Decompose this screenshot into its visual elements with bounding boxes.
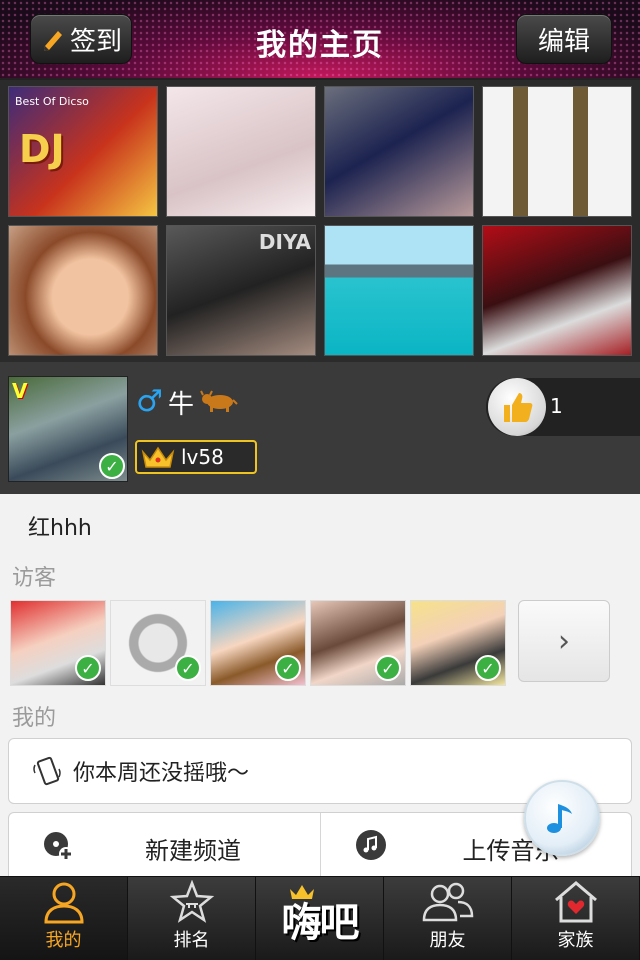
bottom-tab-bar: 我的 排名 嗨吧 朋友 家族 [0, 876, 640, 960]
nickname: 牛 [168, 390, 195, 420]
verified-check-icon: ✓ [175, 655, 201, 681]
photo-thumbnail[interactable]: DIYA [166, 225, 316, 356]
photo-thumbnail[interactable] [482, 225, 632, 356]
verified-check-icon: ✓ [275, 655, 301, 681]
photo-thumbnail[interactable] [324, 225, 474, 356]
photo-caption: Best Of Dicso [15, 95, 89, 108]
photo-thumbnail[interactable] [8, 225, 158, 356]
star-icon [169, 880, 214, 923]
tab-friends[interactable]: 朋友 [384, 877, 512, 960]
visitors-section-label: 访客 [12, 566, 57, 591]
like-counter: 1 [486, 378, 640, 436]
tab-label: 家族 [557, 930, 594, 951]
phone-shake-icon [33, 756, 61, 786]
verified-check-icon: ✓ [475, 655, 501, 681]
chevron-right-icon: › [558, 623, 570, 659]
tab-haiba[interactable]: 嗨吧 [256, 877, 384, 960]
avatar[interactable]: V ✓ [8, 376, 128, 482]
level-text: lv58 [181, 445, 224, 469]
new-channel-label: 新建频道 [145, 837, 241, 865]
edit-button[interactable]: 编辑 [516, 14, 612, 64]
verified-check-icon: ✓ [75, 655, 101, 681]
add-disc-icon [44, 832, 73, 861]
photo-thumbnail[interactable]: Best Of Dicso DJ [8, 86, 158, 217]
friends-icon [422, 882, 473, 922]
tab-label: 排名 [173, 930, 210, 951]
male-gender-icon: ♂ [136, 384, 163, 419]
vip-badge: V [12, 379, 28, 403]
music-note-icon [355, 830, 386, 860]
visitor-avatar[interactable]: ✓ [310, 600, 406, 686]
like-button[interactable] [488, 378, 546, 436]
header-bar: 签到 我的主页 编辑 [0, 0, 640, 80]
bio-text: 红hhh [28, 516, 92, 541]
photo-thumbnail[interactable] [324, 86, 474, 217]
photo-thumbnail[interactable] [482, 86, 632, 217]
profile-bar: V ✓ ♂ 牛 lv58 1 [0, 362, 640, 494]
visitors-list: ✓ ✓ ✓ ✓ ✓ › [10, 600, 610, 686]
tab-mine[interactable]: 我的 [0, 877, 128, 960]
crown-icon [290, 885, 314, 899]
crown-icon [141, 446, 175, 468]
tab-label: 我的 [45, 930, 82, 951]
mine-section-label: 我的 [12, 706, 57, 731]
photo-overlay-text: DJ [19, 127, 65, 171]
photo-thumbnail[interactable] [166, 86, 316, 217]
tab-family[interactable]: 家族 [512, 877, 640, 960]
visitor-avatar[interactable]: ✓ [210, 600, 306, 686]
music-player-button[interactable] [524, 780, 600, 856]
shake-status-text: 你本周还没摇哦～ [73, 761, 250, 786]
ox-icon [200, 390, 238, 412]
tab-ranking[interactable]: 排名 [128, 877, 256, 960]
more-visitors-button[interactable]: › [518, 600, 610, 682]
home-heart-icon [554, 881, 597, 923]
music-note-icon [547, 804, 572, 833]
thumbs-up-icon [504, 393, 533, 422]
visitor-avatar[interactable]: ✓ [410, 600, 506, 686]
photo-grid: Best Of Dicso DJ DIYA [0, 80, 640, 362]
level-badge: lv58 [135, 440, 257, 474]
person-icon [43, 882, 84, 924]
visitor-avatar[interactable]: ✓ [10, 600, 106, 686]
new-channel-button[interactable]: 新建频道 [9, 813, 321, 877]
visitor-avatar[interactable]: ✓ [110, 600, 206, 686]
tab-label: 朋友 [429, 930, 466, 951]
verified-check-icon: ✓ [375, 655, 401, 681]
verified-check-icon: ✓ [99, 453, 125, 479]
like-count: 1 [550, 394, 563, 418]
photo-overlay-text: DIYA [258, 230, 311, 254]
